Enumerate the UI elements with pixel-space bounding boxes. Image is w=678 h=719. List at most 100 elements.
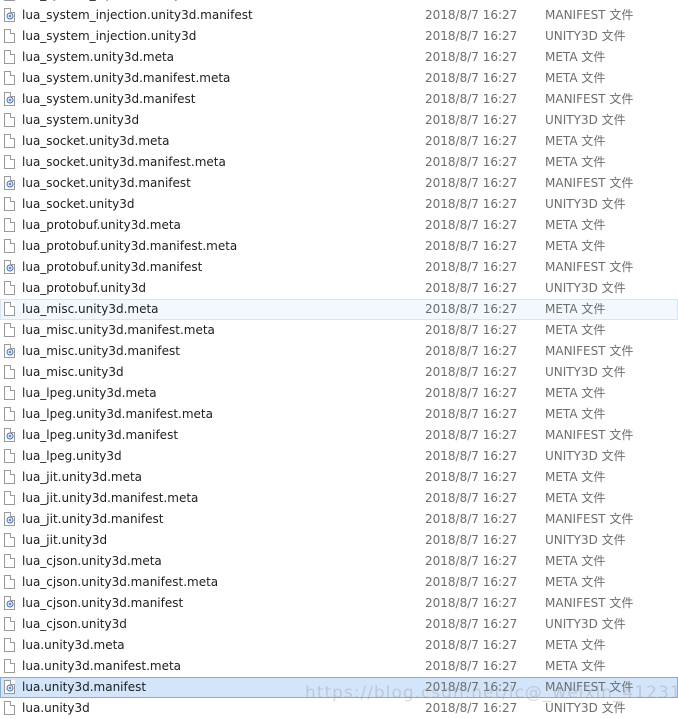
file-row[interactable]: lua_lpeg.unity3d.manifest 2018/8/7 16:27 M… [0, 425, 678, 446]
file-row[interactable]: lua_lpeg.unity3d 2018/8/7 16:27 UNITY3D 文件 [0, 446, 678, 467]
file-row[interactable]: lua_socket.unity3d.meta 2018/8/7 16:27 MET… [0, 131, 678, 152]
file-name: lua_lpeg.unity3d.manifest [22, 428, 179, 442]
file-modified-date: 2018/8/7 16:27 [425, 470, 518, 484]
file-icon [4, 281, 15, 295]
file-icon [4, 554, 15, 568]
file-icon [4, 575, 15, 589]
file-modified-date: 2018/8/7 16:27 [425, 386, 518, 400]
file-row[interactable]: lua_jit.unity3d 2018/8/7 16:27 UNITY3D 文件 [0, 530, 678, 551]
file-name: lua_cjson.unity3d [22, 617, 127, 631]
file-type: META 文件 [545, 71, 606, 85]
file-type: META 文件 [545, 50, 606, 64]
file-type: MANIFEST 文件 [545, 344, 634, 358]
file-modified-date: 2018/8/7 16:27 [425, 575, 518, 589]
file-row[interactable]: lua_lpeg.unity3d.manifest.meta 2018/8/7 1… [0, 404, 678, 425]
file-modified-date: 2018/8/7 16:27 [425, 680, 518, 694]
file-row[interactable]: lua_protobuf.unity3d 2018/8/7 16:27 UNITY3… [0, 278, 678, 299]
file-icon [4, 155, 15, 169]
file-type: MANIFEST 文件 [545, 92, 634, 106]
file-type: UNITY3D 文件 [545, 29, 626, 43]
file-name: lua_misc.unity3d.meta [22, 302, 159, 316]
file-row[interactable]: lua.unity3d.manifest.meta 2018/8/7 16:27 M… [0, 656, 678, 677]
file-name: lua_socket.unity3d.manifest.meta [22, 155, 226, 169]
file-row[interactable]: lua_protobuf.unity3d.manifest.meta 2018/8… [0, 236, 678, 257]
file-row[interactable]: lua_socket.unity3d.manifest 2018/8/7 16:2… [0, 173, 678, 194]
file-type: UNITY3D 文件 [545, 281, 626, 295]
file-row[interactable]: lua_system.unity3d.meta 2018/8/7 16:27 MET… [0, 47, 678, 68]
file-row[interactable]: lua_protobuf.unity3d.meta 2018/8/7 16:27 M… [0, 215, 678, 236]
manifest-file-icon [4, 176, 15, 190]
manifest-file-icon [4, 260, 15, 274]
file-type: META 文件 [545, 491, 606, 505]
file-modified-date: 2018/8/7 16:27 [425, 260, 518, 274]
file-type: META 文件 [545, 407, 606, 421]
file-name: lua_lpeg.unity3d.manifest.meta [22, 407, 213, 421]
file-type: META 文件 [545, 239, 606, 253]
file-name: lua_lpeg.unity3d.meta [22, 386, 157, 400]
file-modified-date: 2018/8/7 16:27 [425, 365, 518, 379]
file-modified-date: 2018/8/7 16:27 [425, 407, 518, 421]
file-icon [4, 659, 15, 673]
file-row[interactable]: lua_system_injection.unity3d.manifest 201… [0, 5, 678, 26]
file-row[interactable]: lua_socket.unity3d.manifest.meta 2018/8/7… [0, 152, 678, 173]
file-row[interactable]: lua_lpeg.unity3d.meta 2018/8/7 16:27 META … [0, 383, 678, 404]
file-icon [4, 71, 15, 85]
manifest-file-icon [4, 344, 15, 358]
file-row[interactable]: lua_system_injection.unity3d 2018/8/7 16:… [0, 26, 678, 47]
file-row[interactable]: lua.unity3d.meta 2018/8/7 16:27 META 文件 [0, 635, 678, 656]
file-name: lua_cjson.unity3d.meta [22, 554, 162, 568]
file-name: lua_misc.unity3d [22, 365, 124, 379]
file-row[interactable]: lua_socket.unity3d 2018/8/7 16:27 UNITY3D … [0, 194, 678, 215]
file-row[interactable]: lua.unity3d.manifest 2018/8/7 16:27 MANIFE… [0, 677, 678, 698]
file-modified-date: 2018/8/7 16:27 [425, 134, 518, 148]
file-row[interactable]: lua_jit.unity3d.manifest.meta 2018/8/7 16… [0, 488, 678, 509]
file-icon [4, 113, 15, 127]
file-row[interactable]: lua.unity3d 2018/8/7 16:27 UNITY3D 文件 [0, 698, 678, 719]
file-icon [4, 323, 15, 337]
file-icon [4, 617, 15, 631]
file-name: lua_system.unity3d.meta [22, 50, 175, 64]
file-type: META 文件 [545, 302, 606, 316]
file-icon [4, 701, 15, 715]
file-icon [4, 218, 15, 232]
file-row[interactable]: lua_jit.unity3d.manifest 2018/8/7 16:27 MA… [0, 509, 678, 530]
file-modified-date: 2018/8/7 16:27 [425, 50, 518, 64]
file-row[interactable]: lua_system.unity3d 2018/8/7 16:27 UNITY3D … [0, 110, 678, 131]
file-type: UNITY3D 文件 [545, 701, 626, 715]
file-icon [4, 302, 15, 316]
file-modified-date: 2018/8/7 16:27 [425, 71, 518, 85]
file-name: lua_misc.unity3d.manifest.meta [22, 323, 215, 337]
manifest-file-icon [4, 8, 15, 22]
file-row[interactable]: lua_cjson.unity3d.manifest 2018/8/7 16:27… [0, 593, 678, 614]
file-row[interactable]: lua_cjson.unity3d 2018/8/7 16:27 UNITY3D 文… [0, 614, 678, 635]
file-modified-date: 2018/8/7 16:27 [425, 533, 518, 547]
file-icon [4, 638, 15, 652]
manifest-file-icon [4, 680, 15, 694]
file-modified-date: 2018/8/7 16:27 [425, 8, 518, 22]
file-modified-date: 2018/8/7 16:27 [425, 659, 518, 673]
file-row[interactable]: lua_protobuf.unity3d.manifest 2018/8/7 16… [0, 257, 678, 278]
file-type: UNITY3D 文件 [545, 617, 626, 631]
file-type: META 文件 [545, 470, 606, 484]
file-row[interactable]: lua_system.unity3d.manifest 2018/8/7 16:2… [0, 89, 678, 110]
file-name: lua_protobuf.unity3d [22, 281, 146, 295]
file-row[interactable]: lua_jit.unity3d.meta 2018/8/7 16:27 META 文… [0, 467, 678, 488]
file-type: MANIFEST 文件 [545, 260, 634, 274]
file-row[interactable]: lua_misc.unity3d.meta 2018/8/7 16:27 META … [0, 299, 678, 320]
file-row[interactable]: lua_cjson.unity3d.manifest.meta 2018/8/7 … [0, 572, 678, 593]
file-name: lua_system.unity3d.manifest [22, 92, 196, 106]
file-type: UNITY3D 文件 [545, 449, 626, 463]
file-name: lua_socket.unity3d.manifest [22, 176, 191, 190]
file-row[interactable]: lua_misc.unity3d 2018/8/7 16:27 UNITY3D 文件 [0, 362, 678, 383]
file-modified-date: 2018/8/7 16:27 [425, 197, 518, 211]
file-name: lua_socket.unity3d [22, 197, 135, 211]
file-type: MANIFEST 文件 [545, 176, 634, 190]
file-row[interactable]: lua_cjson.unity3d.meta 2018/8/7 16:27 META… [0, 551, 678, 572]
file-row[interactable]: lua_system.unity3d.manifest.meta 2018/8/7… [0, 68, 678, 89]
file-row[interactable]: lua_misc.unity3d.manifest.meta 2018/8/7 1… [0, 320, 678, 341]
file-row[interactable]: lua_misc.unity3d.manifest 2018/8/7 16:27 M… [0, 341, 678, 362]
file-type: MANIFEST 文件 [545, 512, 634, 526]
file-list: lua_system_injection.unity3d.manifest.me… [0, 0, 678, 719]
file-icon [4, 239, 15, 253]
file-name: lua_system_injection.unity3d.manifest [22, 8, 253, 22]
